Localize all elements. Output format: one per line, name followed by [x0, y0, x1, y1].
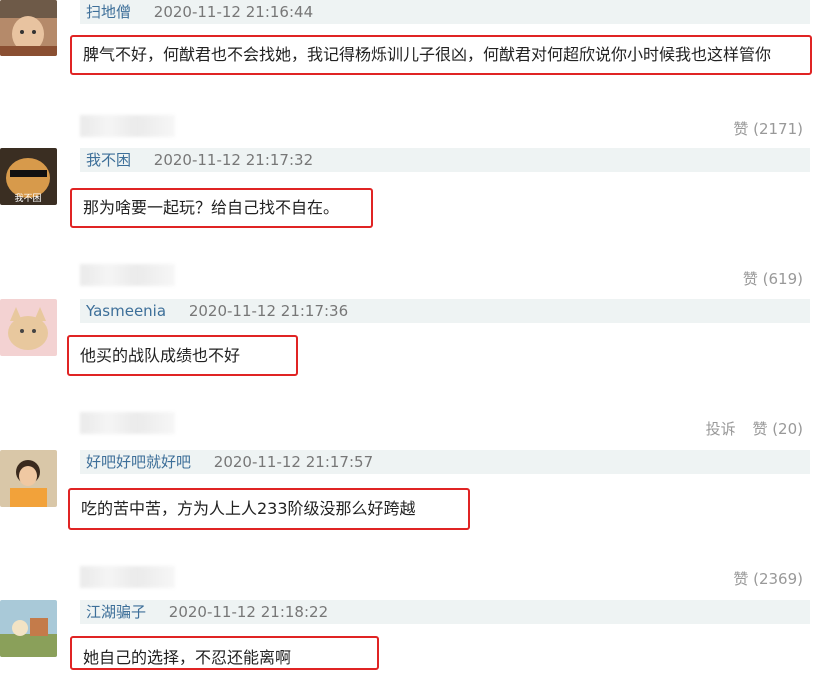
comment-text: 他买的战队成绩也不好 — [67, 335, 298, 376]
avatar[interactable] — [0, 0, 57, 56]
like-button[interactable]: 赞 (20) — [752, 420, 803, 438]
like-button[interactable]: 赞 (2369) — [733, 570, 803, 588]
avatar[interactable] — [0, 299, 57, 356]
timestamp: 2020-11-12 21:18:22 — [168, 603, 329, 621]
comment-meta: Yasmeenia 2020-11-12 21:17:36 — [80, 299, 810, 323]
comment-actions: 赞 (2171) — [721, 118, 803, 139]
blurred-reply — [80, 566, 175, 588]
avatar[interactable]: 我不困 — [0, 148, 57, 205]
comment-meta: 扫地僧 2020-11-12 21:16:44 — [80, 0, 810, 24]
avatar[interactable] — [0, 450, 57, 507]
username-link[interactable]: 扫地僧 — [80, 3, 131, 21]
avatar-caption: 我不困 — [14, 193, 41, 204]
blurred-reply — [80, 264, 175, 286]
like-button[interactable]: 赞 (2171) — [733, 120, 803, 138]
comment-actions: 赞 (619) — [731, 268, 803, 289]
username-link[interactable]: 好吧好吧就好吧 — [80, 453, 191, 471]
username-link[interactable]: Yasmeenia — [80, 302, 166, 320]
timestamp: 2020-11-12 21:17:57 — [213, 453, 374, 471]
comment-text: 脾气不好，何猷君也不会找她，我记得杨烁训儿子很凶，何猷君对何超欣说你小时候我也这… — [70, 35, 812, 75]
avatar[interactable] — [0, 600, 57, 657]
username-link[interactable]: 我不困 — [80, 151, 131, 169]
timestamp: 2020-11-12 21:16:44 — [153, 3, 314, 21]
timestamp: 2020-11-12 21:17:36 — [188, 302, 349, 320]
comment-text: 她自己的选择，不忍还能离啊 — [70, 636, 379, 670]
username-link[interactable]: 江湖骗子 — [80, 603, 146, 621]
report-button[interactable]: 投诉 — [706, 420, 736, 438]
comment-meta: 江湖骗子 2020-11-12 21:18:22 — [80, 600, 810, 624]
blurred-reply — [80, 115, 175, 137]
timestamp: 2020-11-12 21:17:32 — [153, 151, 314, 169]
like-button[interactable]: 赞 (619) — [743, 270, 803, 288]
comment-text: 吃的苦中苦，方为人上人233阶级没那么好跨越 — [68, 488, 470, 530]
comment-meta: 我不困 2020-11-12 21:17:32 — [80, 148, 810, 172]
blurred-reply — [80, 412, 175, 434]
comment-actions: 投诉 赞 (20) — [694, 418, 803, 439]
comment-actions: 赞 (2369) — [721, 568, 803, 589]
comment-text: 那为啥要一起玩？给自己找不自在。 — [70, 188, 373, 228]
comment-meta: 好吧好吧就好吧 2020-11-12 21:17:57 — [80, 450, 810, 474]
